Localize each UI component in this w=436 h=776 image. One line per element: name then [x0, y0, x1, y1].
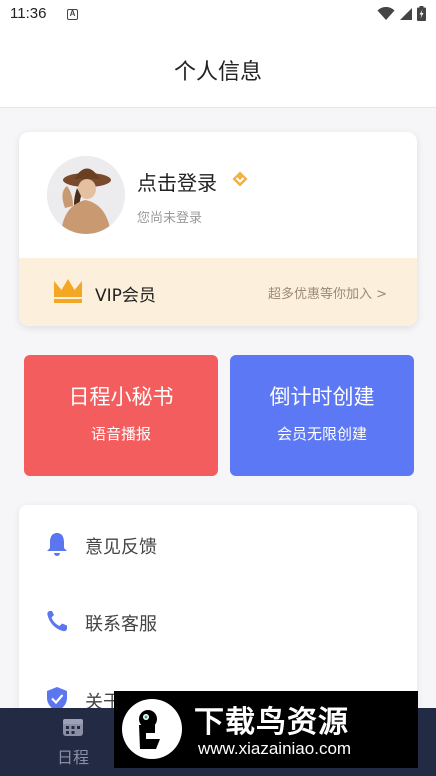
app-header: 个人信息 — [0, 30, 436, 108]
login-title[interactable]: 点击登录 — [137, 167, 217, 196]
bird-logo-icon — [139, 710, 160, 749]
menu-item-customer-service[interactable]: 联系客服 — [19, 592, 417, 652]
notification-icon: A — [67, 9, 78, 20]
tab-schedule[interactable]: 日程 — [40, 716, 106, 768]
battery-icon — [417, 6, 426, 21]
status-time: 11:36 — [10, 5, 47, 22]
countdown-create-card[interactable]: 倒计时创建 会员无限创建 — [230, 355, 414, 476]
vip-promo-link[interactable]: 超多优惠等你加入 > — [268, 283, 387, 302]
watermark-banner: 下载鸟资源 www.xiazainiao.com — [114, 691, 418, 768]
login-subtitle: 您尚未登录 — [137, 211, 203, 226]
wifi-icon — [377, 6, 395, 20]
phone-icon — [47, 611, 67, 632]
bell-icon — [47, 533, 67, 556]
avatar-image — [47, 156, 125, 234]
watermark-url: www.xiazainiao.com — [198, 739, 352, 758]
status-icons — [377, 6, 426, 21]
watermark-title: 下载鸟资源 — [194, 705, 349, 740]
avatar[interactable] — [47, 156, 125, 234]
watermark-logo — [122, 699, 182, 759]
crown-icon — [54, 279, 82, 303]
status-bar: 11:36 A — [0, 0, 436, 30]
calendar-icon — [63, 719, 83, 736]
menu-item-label: 意见反馈 — [85, 537, 157, 558]
tab-label: 日程 — [56, 748, 89, 767]
feature-subtitle: 语音播报 — [90, 425, 151, 443]
menu-item-feedback[interactable]: 意见反馈 — [19, 515, 417, 575]
diamond-badge-icon — [232, 171, 248, 187]
vip-label: VIP会员 — [95, 286, 156, 306]
profile-card[interactable]: 点击登录 您尚未登录 VIP会员 超多优惠等你加入 > — [19, 132, 417, 326]
menu-item-label: 联系客服 — [85, 614, 157, 635]
page-title: 个人信息 — [173, 60, 262, 85]
feature-title: 日程小秘书 — [68, 385, 174, 409]
feature-subtitle: 会员无限创建 — [276, 425, 367, 443]
signal-icon — [400, 7, 412, 20]
schedule-assistant-card[interactable]: 日程小秘书 语音播报 — [24, 355, 218, 476]
vip-banner[interactable]: VIP会员 超多优惠等你加入 > — [19, 258, 417, 326]
feature-title: 倒计时创建 — [269, 385, 375, 409]
